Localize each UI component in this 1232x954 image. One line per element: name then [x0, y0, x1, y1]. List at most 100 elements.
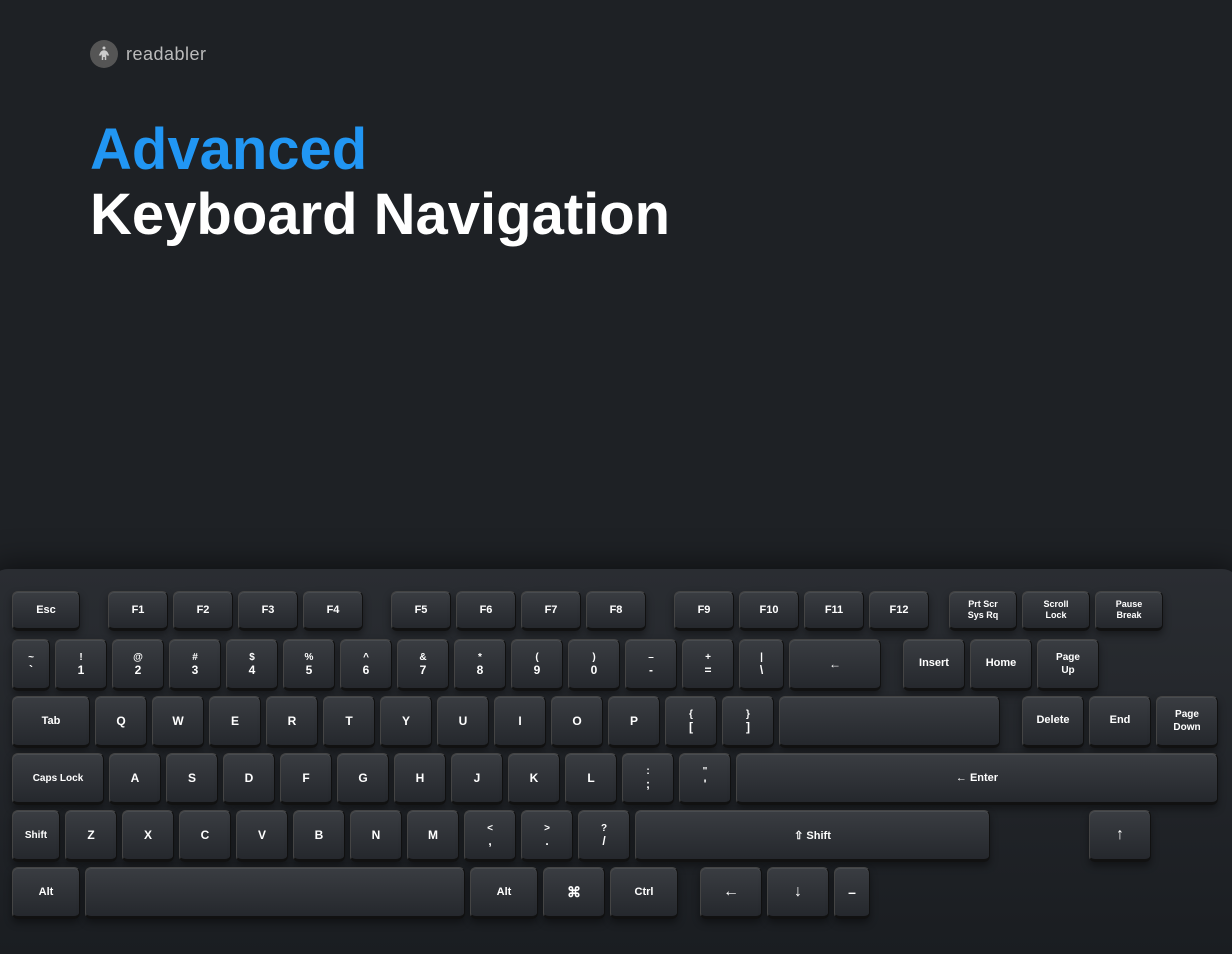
- key-capslock[interactable]: Caps Lock: [12, 753, 104, 805]
- key-space[interactable]: [85, 867, 465, 919]
- key-comma[interactable]: < ,: [464, 810, 516, 862]
- key-i[interactable]: I: [494, 696, 546, 748]
- zxcv-row: Shift Z X C V B N M < , > . ? / ⇧ Shift: [12, 810, 1218, 862]
- key-menu[interactable]: ⌘: [543, 867, 605, 919]
- key-shift-right[interactable]: ⇧ Shift: [635, 810, 990, 862]
- qwerty-row: Tab Q W E R T Y U I O P { [ } ] Delete E…: [12, 696, 1218, 748]
- key-f12[interactable]: F12: [869, 591, 929, 631]
- key-backslash[interactable]: | \: [739, 639, 784, 691]
- key-u[interactable]: U: [437, 696, 489, 748]
- key-l[interactable]: L: [565, 753, 617, 805]
- key-alt-left[interactable]: Alt: [12, 867, 80, 919]
- key-b[interactable]: B: [293, 810, 345, 862]
- header: readabler Advanced Keyboard Navigation: [0, 0, 1232, 278]
- key-lbracket[interactable]: { [: [665, 696, 717, 748]
- key-x[interactable]: X: [122, 810, 174, 862]
- key-g[interactable]: G: [337, 753, 389, 805]
- bottom-row: Ctrl Alt Alt ⌘ Ctrl ← ↓ –: [12, 867, 1218, 919]
- key-o[interactable]: O: [551, 696, 603, 748]
- key-f5[interactable]: F5: [391, 591, 451, 631]
- key-v[interactable]: V: [236, 810, 288, 862]
- key-pause[interactable]: PauseBreak: [1095, 591, 1163, 631]
- key-home[interactable]: Home: [970, 639, 1032, 691]
- key-pageup[interactable]: PageUp: [1037, 639, 1099, 691]
- key-0[interactable]: ) 0: [568, 639, 620, 691]
- key-d[interactable]: D: [223, 753, 275, 805]
- key-equals[interactable]: + =: [682, 639, 734, 691]
- key-q[interactable]: Q: [95, 696, 147, 748]
- key-y[interactable]: Y: [380, 696, 432, 748]
- title-advanced: Advanced: [90, 118, 1142, 182]
- key-rbracket[interactable]: } ]: [722, 696, 774, 748]
- key-e[interactable]: E: [209, 696, 261, 748]
- title-sub: Keyboard Navigation: [90, 182, 1142, 249]
- key-n[interactable]: N: [350, 810, 402, 862]
- key-7[interactable]: & 7: [397, 639, 449, 691]
- key-arrow-left[interactable]: ←: [700, 867, 762, 919]
- keyboard: Esc F1 F2 F3 F4 F5 F6 F7 F8 F9 F10 F11 F…: [0, 569, 1232, 954]
- key-h[interactable]: H: [394, 753, 446, 805]
- key-backspace[interactable]: ←: [789, 639, 881, 691]
- key-t[interactable]: T: [323, 696, 375, 748]
- num-row: ~ ` ! 1 @ 2 # 3 $ 4 % 5: [12, 639, 1218, 691]
- key-f4[interactable]: F4: [303, 591, 363, 631]
- logo-icon: [90, 40, 118, 68]
- key-k[interactable]: K: [508, 753, 560, 805]
- key-arrow-down[interactable]: ↓: [767, 867, 829, 919]
- key-5[interactable]: % 5: [283, 639, 335, 691]
- key-f6[interactable]: F6: [456, 591, 516, 631]
- key-f1[interactable]: F1: [108, 591, 168, 631]
- key-j[interactable]: J: [451, 753, 503, 805]
- key-enter[interactable]: [779, 696, 1000, 748]
- key-f2[interactable]: F2: [173, 591, 233, 631]
- key-shift-left[interactable]: Shift: [12, 810, 60, 862]
- key-4[interactable]: $ 4: [226, 639, 278, 691]
- key-arrow-right-partial[interactable]: –: [834, 867, 870, 919]
- key-f7[interactable]: F7: [521, 591, 581, 631]
- key-tilde[interactable]: ~ `: [12, 639, 50, 691]
- key-ctrl-right[interactable]: Ctrl: [610, 867, 678, 919]
- fn-row: Esc F1 F2 F3 F4 F5 F6 F7 F8 F9 F10 F11 F…: [12, 591, 1218, 631]
- key-f10[interactable]: F10: [739, 591, 799, 631]
- key-m[interactable]: M: [407, 810, 459, 862]
- asdf-row: Caps Lock A S D F G H J K L : ; " ' ← En…: [12, 753, 1218, 805]
- key-6[interactable]: ^ 6: [340, 639, 392, 691]
- key-scrolllock[interactable]: ScrollLock: [1022, 591, 1090, 631]
- key-delete[interactable]: Delete: [1022, 696, 1084, 748]
- key-prtscr[interactable]: Prt ScrSys Rq: [949, 591, 1017, 631]
- key-r[interactable]: R: [266, 696, 318, 748]
- key-alt-right[interactable]: Alt: [470, 867, 538, 919]
- key-f[interactable]: F: [280, 753, 332, 805]
- key-s[interactable]: S: [166, 753, 218, 805]
- key-9[interactable]: ( 9: [511, 639, 563, 691]
- logo-text: readabler: [126, 44, 207, 65]
- key-a[interactable]: A: [109, 753, 161, 805]
- key-1[interactable]: ! 1: [55, 639, 107, 691]
- key-esc[interactable]: Esc: [12, 591, 80, 631]
- key-end[interactable]: End: [1089, 696, 1151, 748]
- key-3[interactable]: # 3: [169, 639, 221, 691]
- logo-row: readabler: [90, 40, 1142, 68]
- key-slash[interactable]: ? /: [578, 810, 630, 862]
- key-8[interactable]: * 8: [454, 639, 506, 691]
- key-pagedown[interactable]: PageDown: [1156, 696, 1218, 748]
- key-enter-2[interactable]: ← Enter: [736, 753, 1218, 805]
- key-w[interactable]: W: [152, 696, 204, 748]
- key-p[interactable]: P: [608, 696, 660, 748]
- key-arrow-up[interactable]: ↑: [1089, 810, 1151, 862]
- key-tab[interactable]: Tab: [12, 696, 90, 748]
- key-c[interactable]: C: [179, 810, 231, 862]
- key-f8[interactable]: F8: [586, 591, 646, 631]
- key-z[interactable]: Z: [65, 810, 117, 862]
- key-2[interactable]: @ 2: [112, 639, 164, 691]
- key-period[interactable]: > .: [521, 810, 573, 862]
- key-f11[interactable]: F11: [804, 591, 864, 631]
- key-quote[interactable]: " ': [679, 753, 731, 805]
- key-semicolon[interactable]: : ;: [622, 753, 674, 805]
- key-insert[interactable]: Insert: [903, 639, 965, 691]
- key-minus[interactable]: – -: [625, 639, 677, 691]
- keyboard-wrapper: Esc F1 F2 F3 F4 F5 F6 F7 F8 F9 F10 F11 F…: [0, 569, 1232, 954]
- key-f3[interactable]: F3: [238, 591, 298, 631]
- title-block: Advanced Keyboard Navigation: [90, 118, 1142, 248]
- key-f9[interactable]: F9: [674, 591, 734, 631]
